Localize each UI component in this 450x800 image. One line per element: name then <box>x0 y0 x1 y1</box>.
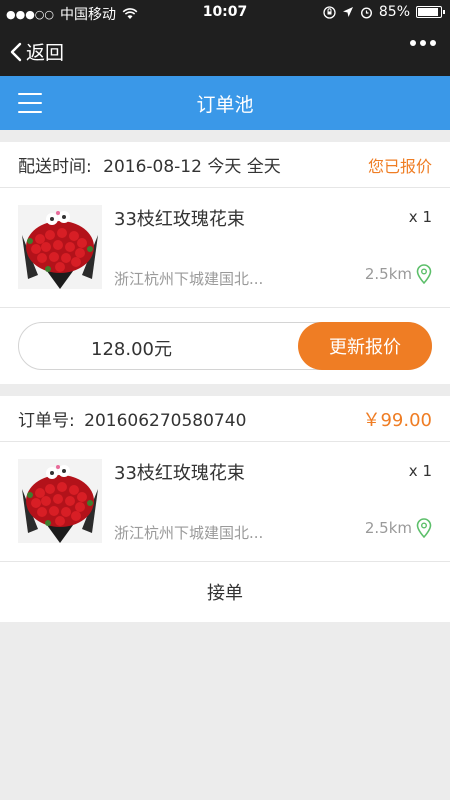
order-price: ￥99.00 <box>362 409 432 431</box>
distance-info: 2.5km <box>365 264 432 284</box>
page-title: 订单池 <box>196 94 254 116</box>
more-dots-icon[interactable] <box>410 40 436 46</box>
product-image <box>18 459 102 543</box>
status-right: 85% <box>323 4 445 20</box>
delivery-time-label: 配送时间: <box>18 157 92 177</box>
delivery-time: 配送时间: 2016-08-12 今天 全天 <box>18 152 281 177</box>
update-quote-button[interactable]: 更新报价 <box>298 322 432 370</box>
product-row[interactable]: 33枝红玫瑰花束 x 1 浙江杭州下城建国北... 2.5km <box>0 442 450 562</box>
product-quantity: x 1 <box>408 208 432 226</box>
product-quantity: x 1 <box>408 462 432 480</box>
product-name: 33枝红玫瑰花束 <box>114 209 245 230</box>
battery-percent: 85% <box>378 4 410 20</box>
quoted-status: 您已报价 <box>367 156 432 176</box>
order-number: 订单号: 201606270580740 <box>18 406 246 431</box>
order-header: 配送时间: 2016-08-12 今天 全天 您已报价 <box>0 142 450 188</box>
back-label: 返回 <box>26 42 65 64</box>
back-button[interactable]: 返回 <box>10 38 64 65</box>
location-pin-icon <box>416 264 432 284</box>
order-number-value: 201606270580740 <box>84 411 247 431</box>
order-number-label: 订单号: <box>18 411 75 431</box>
delivery-address: 浙江杭州下城建国北... <box>114 270 264 288</box>
app-header: 订单池 <box>0 76 450 130</box>
product-name: 33枝红玫瑰花束 <box>114 463 245 484</box>
status-bar: ●●●○○ 中国移动 10:07 85% <box>0 0 450 26</box>
wechat-nav-bar: 返回 <box>0 26 450 76</box>
delivery-time-value: 2016-08-12 今天 全天 <box>103 157 281 177</box>
distance-info: 2.5km <box>365 518 432 538</box>
order-header: 订单号: 201606270580740 ￥99.00 <box>0 396 450 442</box>
spacer <box>0 130 450 142</box>
accept-order-button[interactable]: 接单 <box>0 562 450 622</box>
quote-price-value: 128.00元 <box>91 339 172 360</box>
location-pin-icon <box>416 518 432 538</box>
order-card-open: 订单号: 201606270580740 ￥99.00 33枝红玫瑰花束 x 1… <box>0 396 450 622</box>
order-card-quoted: 配送时间: 2016-08-12 今天 全天 您已报价 33枝红玫瑰花束 x 1… <box>0 142 450 384</box>
product-row[interactable]: 33枝红玫瑰花束 x 1 浙江杭州下城建国北... 2.5km <box>0 188 450 308</box>
quote-row: 128.00元 更新报价 <box>0 308 450 384</box>
rotation-lock-icon <box>323 5 336 19</box>
location-arrow-icon <box>342 7 353 17</box>
delivery-address: 浙江杭州下城建国北... <box>114 524 264 542</box>
distance-value: 2.5km <box>364 265 412 283</box>
battery-icon <box>416 6 445 18</box>
product-image <box>18 205 102 289</box>
spacer <box>0 384 450 396</box>
chevron-left-icon <box>10 42 22 61</box>
distance-value: 2.5km <box>364 519 412 537</box>
alarm-icon <box>360 6 372 19</box>
